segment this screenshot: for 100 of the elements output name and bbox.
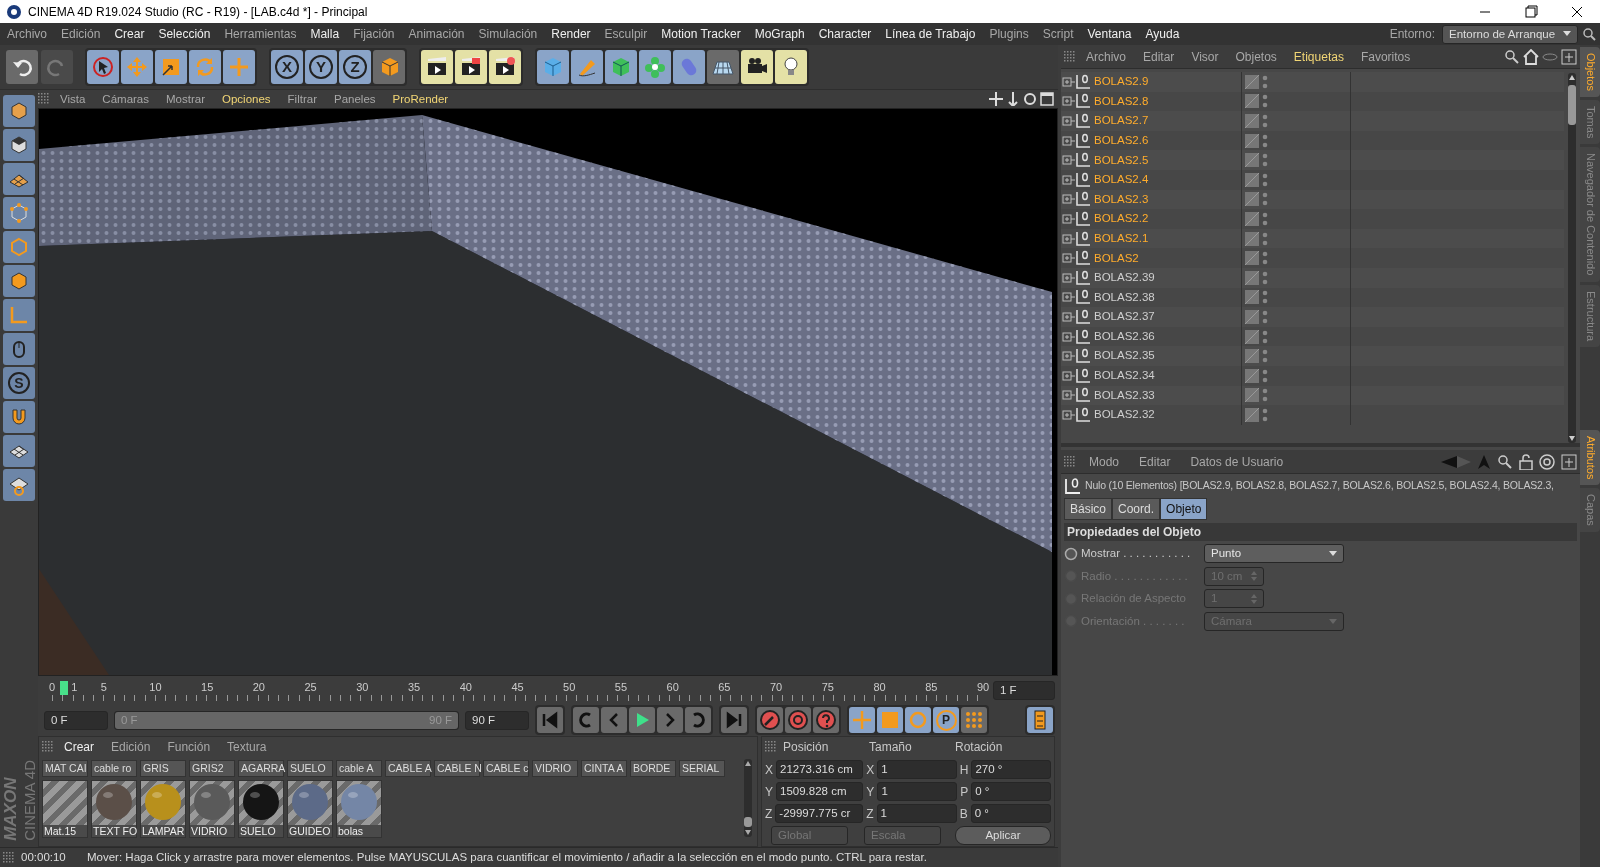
expand-icon[interactable] <box>1061 192 1075 207</box>
object-row[interactable]: BOLAS2.1 <box>1061 228 1564 249</box>
visibility-dots-icon[interactable] <box>1262 309 1268 324</box>
target-icon[interactable] <box>1539 453 1555 470</box>
key-selection-button[interactable] <box>813 707 839 733</box>
menu-item[interactable]: MoGraph <box>747 23 812 45</box>
position-field[interactable]: -29997.775 cr <box>775 804 864 823</box>
visibility-toggle-icon[interactable] <box>1245 192 1259 207</box>
dolly-icon[interactable] <box>1006 92 1020 106</box>
visibility-toggle-icon[interactable] <box>1245 388 1259 403</box>
visibility-toggle-icon[interactable] <box>1245 349 1259 364</box>
expand-icon[interactable] <box>1061 270 1075 285</box>
workplane-button[interactable] <box>3 435 35 467</box>
play-button[interactable] <box>629 707 655 733</box>
expand-icon[interactable] <box>1061 133 1075 148</box>
visibility-toggle-icon[interactable] <box>1245 133 1259 148</box>
visibility-dots-icon[interactable] <box>1262 388 1268 403</box>
menu-item[interactable]: Script <box>1035 23 1081 45</box>
parameter-key-button[interactable]: P <box>933 707 959 733</box>
go-end-button[interactable] <box>721 707 747 733</box>
material-swatch[interactable]: SUELO <box>287 760 333 777</box>
visibility-dots-icon[interactable] <box>1262 251 1268 266</box>
side-tab[interactable]: Atributos <box>1580 429 1600 486</box>
expand-icon[interactable] <box>1061 388 1075 403</box>
menu-item[interactable]: Selección <box>151 23 218 45</box>
axis-lock-button[interactable]: Z <box>339 50 371 84</box>
material-swatch[interactable]: GRIS <box>140 760 186 777</box>
axis-lock-button[interactable]: X <box>271 50 303 84</box>
scrollbar[interactable] <box>1566 73 1578 443</box>
menu-item[interactable]: Ayuda <box>1138 23 1187 45</box>
animation-radio-icon[interactable] <box>1064 546 1078 561</box>
search-icon[interactable] <box>1504 48 1520 65</box>
material-swatch[interactable]: cable A <box>336 760 382 777</box>
visibility-toggle-icon[interactable] <box>1245 211 1259 226</box>
back-arrow-icon[interactable] <box>1441 454 1471 469</box>
menu-item[interactable]: Línea de Trabajo <box>878 23 983 45</box>
menu-item[interactable]: Filtrar <box>280 90 324 108</box>
go-start-button[interactable] <box>537 707 563 733</box>
menu-item[interactable]: Malla <box>303 23 347 45</box>
coordinate-system-button[interactable] <box>373 50 405 84</box>
material-swatch[interactable]: Mat.15 <box>42 780 88 838</box>
expand-icon[interactable] <box>1061 290 1075 305</box>
visibility-toggle-icon[interactable] <box>1245 329 1259 344</box>
object-row[interactable]: BOLAS2.33 <box>1061 385 1564 406</box>
polygons-mode-button[interactable] <box>3 265 35 297</box>
menu-item[interactable]: Función <box>160 736 218 758</box>
material-swatch[interactable]: CINTA A <box>581 760 627 777</box>
menu-item[interactable]: Esculpir <box>597 23 655 45</box>
position-field[interactable]: 21273.316 cm <box>776 760 864 779</box>
object-row[interactable]: BOLAS2.9 <box>1061 72 1564 92</box>
material-swatch[interactable]: GUIDEO <box>287 780 333 838</box>
scrollbar[interactable] <box>741 759 755 837</box>
maximize-panel-icon[interactable] <box>1040 92 1054 106</box>
rotation-field[interactable]: 270 ° <box>971 760 1051 779</box>
menu-item[interactable]: Crear <box>107 23 152 45</box>
menu-item[interactable]: Favoritos <box>1353 45 1418 68</box>
menu-item[interactable]: Crear <box>57 736 101 758</box>
prev-frame-button[interactable] <box>601 707 627 733</box>
expand-icon[interactable] <box>1061 74 1075 89</box>
texture-mode-button[interactable] <box>3 163 35 195</box>
render-picture-button[interactable] <box>455 50 487 84</box>
material-swatch[interactable]: AGARRA <box>238 760 284 777</box>
grip-handle[interactable] <box>1064 455 1076 468</box>
material-swatch[interactable]: CABLE c <box>483 760 529 777</box>
magnet-button[interactable] <box>3 401 35 433</box>
expand-icon[interactable] <box>1061 329 1075 344</box>
grip-handle[interactable] <box>1064 50 1076 63</box>
undo-button[interactable] <box>6 50 38 84</box>
visibility-dots-icon[interactable] <box>1262 270 1268 285</box>
menu-item[interactable]: Visor <box>1184 45 1226 68</box>
material-swatch[interactable]: BORDE <box>630 760 676 777</box>
axis-lock-button[interactable]: Y <box>305 50 337 84</box>
visibility-toggle-icon[interactable] <box>1245 407 1259 422</box>
expand-icon[interactable] <box>1061 153 1075 168</box>
expand-icon[interactable] <box>1061 368 1075 383</box>
menu-item[interactable]: Fijación <box>346 23 402 45</box>
attribute-tab[interactable]: Coord. <box>1112 498 1161 520</box>
expand-icon[interactable] <box>1061 114 1075 128</box>
size-field[interactable]: 1 <box>877 760 957 779</box>
material-swatch[interactable]: CABLE A <box>385 760 431 777</box>
visibility-dots-icon[interactable] <box>1262 349 1268 364</box>
snap-button[interactable]: S <box>3 367 35 399</box>
visibility-toggle-icon[interactable] <box>1245 74 1259 89</box>
timeline-button[interactable] <box>1027 707 1053 733</box>
menu-item[interactable]: Editar <box>1132 450 1178 473</box>
render-settings-button[interactable] <box>489 50 521 84</box>
expand-icon[interactable] <box>1061 349 1075 364</box>
cloner-button[interactable] <box>639 50 671 84</box>
visibility-dots-icon[interactable] <box>1262 407 1268 422</box>
visibility-dots-icon[interactable] <box>1262 329 1268 344</box>
menu-item[interactable]: Paneles <box>327 90 383 108</box>
floor-button[interactable] <box>707 50 739 84</box>
apply-button[interactable]: Aplicar <box>954 826 1051 845</box>
search-icon[interactable] <box>1497 453 1513 470</box>
material-swatch[interactable]: CABLE N <box>434 760 480 777</box>
light-button[interactable] <box>775 50 807 84</box>
orbit-icon[interactable] <box>1023 92 1037 106</box>
render-view-button[interactable] <box>421 50 453 84</box>
visibility-toggle-icon[interactable] <box>1245 153 1259 168</box>
playhead[interactable] <box>60 681 69 695</box>
